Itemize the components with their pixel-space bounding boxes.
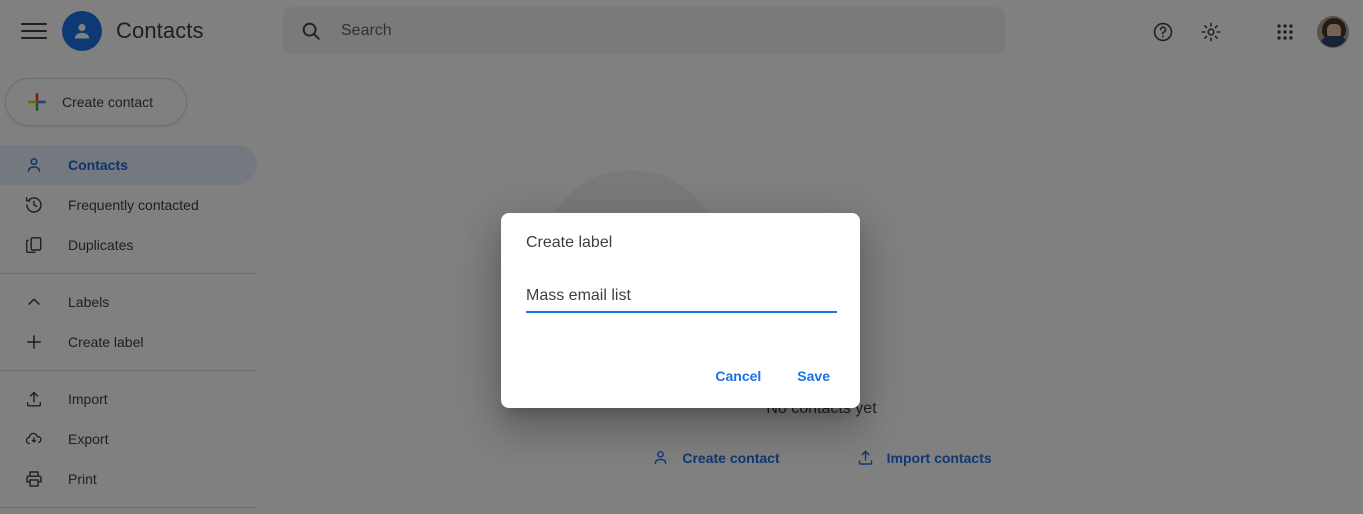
save-button[interactable]: Save	[787, 360, 840, 392]
cancel-button[interactable]: Cancel	[705, 360, 771, 392]
label-name-input[interactable]	[526, 285, 837, 313]
dialog-actions: Cancel Save	[705, 360, 840, 392]
dialog-title: Create label	[526, 234, 613, 251]
contacts-app: Contacts Search Create contact Contacts …	[0, 0, 1363, 514]
create-label-dialog: Create label Cancel Save	[501, 213, 860, 408]
label-name-field-wrapper	[526, 285, 837, 313]
